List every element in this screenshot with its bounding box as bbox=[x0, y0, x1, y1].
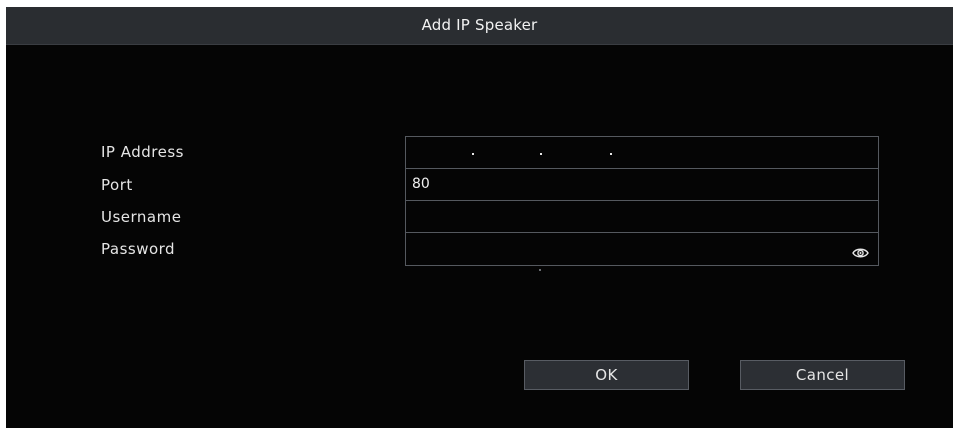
ip-separator-dot bbox=[610, 153, 612, 155]
ok-button[interactable]: OK bbox=[524, 360, 689, 390]
form-fields: 80 bbox=[405, 136, 879, 266]
add-ip-speaker-dialog: Add IP Speaker IP Address Port Username … bbox=[6, 7, 953, 428]
dialog-titlebar: Add IP Speaker bbox=[6, 7, 953, 45]
password-field[interactable] bbox=[406, 232, 878, 265]
cancel-button[interactable]: Cancel bbox=[740, 360, 905, 390]
ip-separator-dot bbox=[472, 153, 474, 155]
username-label: Username bbox=[101, 208, 182, 226]
ip-separator-dot bbox=[540, 153, 542, 155]
password-label: Password bbox=[101, 240, 176, 258]
port-field[interactable]: 80 bbox=[406, 168, 878, 199]
ip-address-field[interactable] bbox=[406, 137, 878, 168]
port-label: Port bbox=[101, 176, 133, 194]
ip-address-label: IP Address bbox=[101, 143, 184, 161]
dialog-title: Add IP Speaker bbox=[421, 16, 538, 34]
eye-icon[interactable] bbox=[852, 241, 869, 258]
username-field[interactable] bbox=[406, 200, 878, 231]
decorative-dot bbox=[539, 269, 541, 271]
